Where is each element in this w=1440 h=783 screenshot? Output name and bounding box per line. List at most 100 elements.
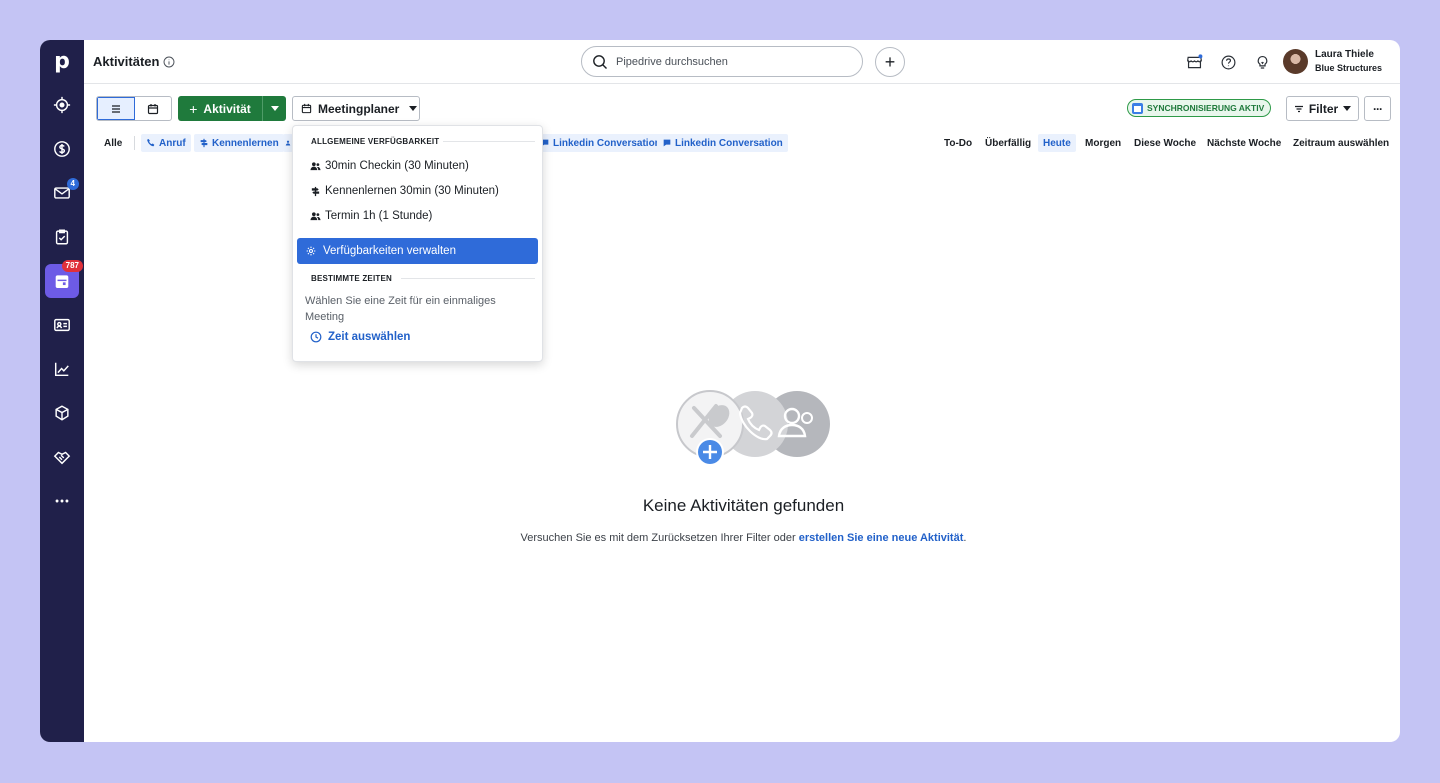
clipboard-check-icon: [55, 229, 69, 245]
meeting-scheduler-button[interactable]: Meetingplaner: [292, 96, 420, 121]
sidebar-item-partners[interactable]: [45, 440, 79, 474]
menu-item-kennenlernen[interactable]: Kennenlernen 30min (30 Minuten): [310, 185, 499, 197]
contact-card-icon: [54, 318, 70, 332]
type-filter-call-label: Anruf: [159, 137, 186, 149]
quick-add-button[interactable]: +: [875, 47, 905, 77]
sidebar-item-tasks[interactable]: [45, 220, 79, 254]
help-icon[interactable]: [1218, 52, 1238, 72]
sidebar-item-contacts[interactable]: [45, 308, 79, 342]
type-filter-meeting[interactable]: Kennenlernen: [194, 134, 284, 152]
user-avatar[interactable]: [1283, 49, 1308, 74]
calendar-icon: [301, 103, 312, 114]
chat-bubble-icon: [663, 139, 671, 147]
type-filter-linkedin-1[interactable]: Linkedin Conversation: [535, 134, 666, 152]
list-view-button[interactable]: [97, 97, 135, 120]
calendar-icon: [55, 275, 69, 289]
chevron-down-icon: [409, 106, 418, 111]
global-search[interactable]: [581, 46, 863, 77]
calendar-view-button[interactable]: [135, 97, 171, 120]
user-name[interactable]: Laura Thiele: [1315, 49, 1374, 60]
more-options-button[interactable]: ···: [1364, 96, 1391, 121]
pipedrive-logo[interactable]: p: [40, 48, 84, 76]
signpost-icon: [311, 186, 320, 196]
dollar-icon: [54, 141, 70, 157]
menu-item-termin-1h[interactable]: Termin 1h (1 Stunde): [310, 210, 432, 222]
google-calendar-icon: [1132, 102, 1143, 114]
create-activity-link[interactable]: erstellen Sie eine neue Aktivität: [799, 532, 964, 544]
period-todo[interactable]: To-Do: [939, 134, 977, 152]
users-icon: [310, 211, 321, 220]
add-activity-dropdown-button[interactable]: [262, 96, 286, 121]
page-title-text: Aktivitäten: [93, 54, 160, 69]
period-overdue[interactable]: Überfällig: [980, 134, 1036, 152]
info-icon[interactable]: [163, 56, 175, 68]
type-filter-linkedin-1-label: Linkedin Conversation: [553, 137, 661, 149]
list-icon: [112, 104, 120, 113]
menu-item-kennenlernen-label: Kennenlernen 30min (30 Minuten): [325, 185, 499, 197]
type-filter-all[interactable]: Alle: [99, 134, 127, 152]
manage-availability-label: Verfügbarkeiten verwalten: [323, 245, 456, 257]
plus-icon: +: [189, 100, 198, 117]
period-today[interactable]: Heute: [1038, 134, 1076, 152]
view-toggle: [96, 96, 172, 121]
type-filter-call[interactable]: Anruf: [141, 134, 191, 152]
menu-item-termin-1h-label: Termin 1h (1 Stunde): [325, 210, 433, 222]
filter-label: Filter: [1308, 101, 1339, 116]
signpost-icon: [200, 138, 208, 148]
phone-icon: [147, 139, 155, 147]
divider: [443, 141, 535, 142]
lightbulb-icon[interactable]: [1252, 52, 1272, 72]
add-activity-label: Aktivität: [203, 101, 251, 116]
marketplace-icon[interactable]: [1184, 52, 1204, 72]
add-activity-button[interactable]: + Aktivität: [178, 96, 262, 121]
type-filter-meeting-label: Kennenlernen: [212, 137, 279, 149]
sidebar-item-insights[interactable]: [45, 352, 79, 386]
type-filter-linkedin-2-label: Linkedin Conversation: [675, 137, 783, 149]
period-tomorrow[interactable]: Morgen: [1080, 134, 1126, 152]
meeting-scheduler-dropdown: ALLGEMEINE VERFÜGBARKEIT 30min Checkin (…: [292, 125, 543, 362]
chevron-down-icon: [270, 106, 279, 111]
period-range[interactable]: Zeitraum auswählen: [1288, 134, 1394, 152]
sidebar-item-mail[interactable]: 4: [45, 176, 79, 210]
chart-line-icon: [54, 362, 69, 377]
page-title: Aktivitäten: [93, 54, 175, 69]
clock-icon: [310, 331, 322, 343]
sidebar-item-leads[interactable]: [45, 88, 79, 122]
empty-state-text: Versuchen Sie es mit dem Zurücksetzen Ih…: [40, 532, 1400, 544]
sidebar-item-deals[interactable]: [45, 132, 79, 166]
users-icon: [310, 161, 321, 170]
menu-item-30min-checkin[interactable]: 30min Checkin (30 Minuten): [310, 160, 469, 172]
product-box-icon: [55, 405, 69, 421]
specific-times-description: Wählen Sie eine Zeit für ein einmaliges …: [305, 295, 496, 323]
empty-state-illustration: [676, 390, 830, 466]
section-general-availability: ALLGEMEINE VERFÜGBARKEIT: [311, 137, 440, 146]
empty-state-text-before: Versuchen Sie es mit dem Zurücksetzen Ih…: [520, 532, 799, 544]
sidebar: p 4 787: [40, 40, 84, 742]
sidebar-item-products[interactable]: [45, 396, 79, 430]
pick-time-label: Zeit auswählen: [328, 331, 411, 343]
user-company: Blue Structures: [1315, 63, 1383, 73]
menu-item-30min-checkin-label: 30min Checkin (30 Minuten): [325, 160, 469, 172]
handshake-icon: [53, 451, 71, 465]
period-this-week[interactable]: Diese Woche: [1129, 134, 1201, 152]
divider: [401, 278, 535, 279]
calendar-icon: [147, 103, 159, 114]
pick-time-link[interactable]: Zeit auswählen: [310, 331, 410, 343]
manage-availability-button[interactable]: Verfügbarkeiten verwalten: [297, 238, 538, 264]
empty-state-title: Keine Aktivitäten gefunden: [642, 496, 845, 515]
top-header: Aktivitäten + Laura Thiele Blue Structur…: [84, 40, 1400, 84]
sync-status-label: SYNCHRONISIERUNG AKTIV: [1147, 103, 1265, 113]
period-next-week[interactable]: Nächste Woche: [1202, 134, 1286, 152]
target-icon: [53, 96, 71, 114]
section-specific-times: BESTIMMTE ZEITEN: [311, 274, 392, 283]
type-filter-linkedin-2[interactable]: Linkedin Conversation: [657, 134, 788, 152]
sync-status-badge[interactable]: SYNCHRONISIERUNG AKTIV: [1127, 99, 1272, 117]
filter-button[interactable]: Filter: [1286, 96, 1359, 121]
mail-badge: 4: [66, 178, 79, 190]
sidebar-item-activities[interactable]: 787: [45, 260, 83, 298]
chevron-down-icon: [1343, 106, 1352, 111]
search-input[interactable]: [616, 55, 846, 68]
filter-icon: [1294, 105, 1303, 112]
divider: [134, 136, 135, 150]
meeting-scheduler-label: Meetingplaner: [318, 101, 400, 116]
